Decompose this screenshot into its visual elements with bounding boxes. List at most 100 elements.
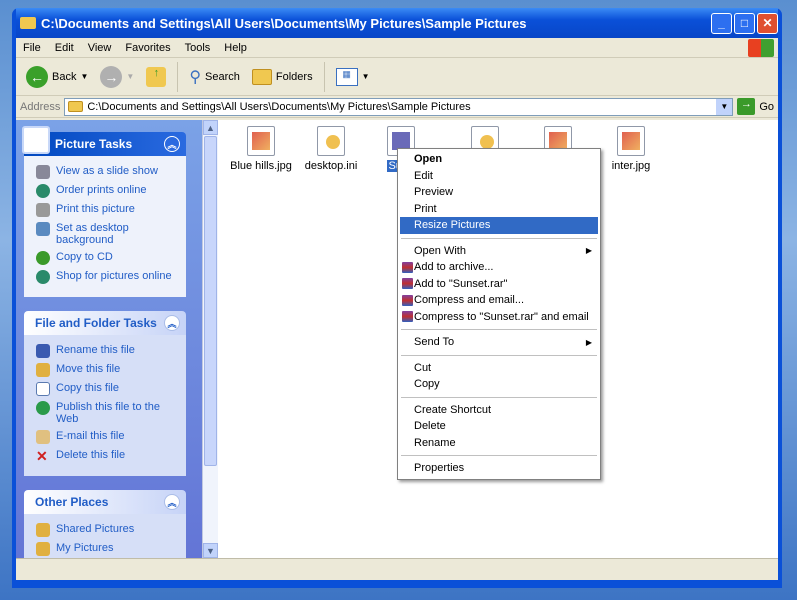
- menu-item-compress-email[interactable]: Compress and email...: [400, 292, 598, 309]
- toolbar-separator: [323, 61, 325, 92]
- folder-icon: [36, 523, 50, 537]
- menu-separator: [401, 329, 597, 330]
- task-email-file[interactable]: E-mail this file: [36, 430, 178, 444]
- task-copy-file[interactable]: Copy this file: [36, 382, 178, 396]
- task-set-desktop-background[interactable]: Set as desktop background: [36, 222, 178, 246]
- menu-item-copy[interactable]: Copy: [400, 376, 598, 393]
- task-rename-file[interactable]: Rename this file: [36, 344, 178, 358]
- menu-edit[interactable]: Edit: [48, 42, 81, 54]
- winrar-icon: [402, 261, 413, 273]
- address-bar: Address C:\Documents and Settings\All Us…: [16, 96, 778, 118]
- folders-button[interactable]: Folders: [248, 67, 317, 87]
- menu-item-preview[interactable]: Preview: [400, 184, 598, 201]
- panel-header[interactable]: Picture Tasks ︽: [22, 126, 186, 156]
- back-dropdown-icon[interactable]: ▼: [80, 72, 88, 81]
- task-shop-pictures[interactable]: Shop for pictures online: [36, 270, 178, 284]
- task-publish-web[interactable]: Publish this file to the Web: [36, 401, 178, 425]
- task-copy-to-cd[interactable]: Copy to CD: [36, 251, 178, 265]
- file-folder-tasks-panel: File and Folder Tasks ︽ Rename this file …: [24, 311, 186, 476]
- settings-file-icon: [317, 126, 345, 156]
- file-item[interactable]: Blue hills.jpg: [226, 126, 296, 172]
- scroll-up-icon[interactable]: ▲: [203, 120, 218, 135]
- place-my-pictures[interactable]: My Pictures: [36, 542, 178, 556]
- menu-item-open[interactable]: Open: [400, 151, 598, 168]
- maximize-button[interactable]: □: [734, 12, 755, 34]
- winrar-icon: [402, 294, 413, 306]
- menu-view[interactable]: View: [81, 42, 119, 54]
- menu-separator: [401, 455, 597, 456]
- context-menu: Open Edit Preview Print Resize Pictures …: [397, 148, 601, 480]
- minimize-button[interactable]: _: [711, 12, 732, 34]
- menu-item-print[interactable]: Print: [400, 201, 598, 218]
- menu-help[interactable]: Help: [217, 42, 254, 54]
- address-input[interactable]: C:\Documents and Settings\All Users\Docu…: [64, 97, 734, 116]
- up-folder-icon: ↑: [146, 66, 167, 87]
- globe-icon: [36, 270, 50, 284]
- search-button[interactable]: ⚲ Search: [185, 65, 244, 89]
- folder-icon: [20, 17, 36, 29]
- folder-icon: [36, 542, 50, 556]
- task-move-file[interactable]: Move this file: [36, 363, 178, 377]
- move-icon: [36, 363, 50, 377]
- task-pane-scrollbar[interactable]: ▲ ▼: [202, 120, 218, 558]
- back-button[interactable]: ← Back ▼: [22, 64, 92, 90]
- task-slide-show[interactable]: View as a slide show: [36, 165, 178, 179]
- menu-separator: [401, 396, 597, 398]
- publish-globe-icon: [36, 401, 50, 415]
- menu-item-add-to-sunset-rar[interactable]: Add to "Sunset.rar": [400, 276, 598, 293]
- close-button[interactable]: ✕: [757, 12, 778, 34]
- menu-tools[interactable]: Tools: [178, 42, 218, 54]
- panel-header[interactable]: File and Folder Tasks ︽: [24, 311, 186, 335]
- go-button[interactable]: Go: [759, 101, 774, 113]
- picture-tasks-icon: [22, 126, 50, 154]
- scroll-down-icon[interactable]: ▼: [203, 543, 218, 558]
- views-dropdown-icon: ▼: [361, 72, 370, 81]
- menu-item-edit[interactable]: Edit: [400, 168, 598, 185]
- submenu-arrow-icon: ▶: [585, 337, 592, 347]
- menu-item-open-with[interactable]: Open With ▶: [400, 243, 598, 260]
- delete-x-icon: ✕: [36, 448, 48, 464]
- panel-header[interactable]: Other Places ︽: [24, 490, 186, 514]
- task-delete-file[interactable]: ✕ Delete this file: [36, 449, 178, 463]
- windows-logo-icon: [748, 39, 774, 57]
- rename-icon: [36, 344, 50, 358]
- menu-separator: [401, 237, 597, 239]
- folder-icon: [68, 101, 84, 112]
- forward-arrow-icon: →: [100, 65, 123, 88]
- address-label: Address: [20, 100, 61, 113]
- forward-dropdown-icon[interactable]: ▼: [126, 72, 134, 81]
- collapse-icon[interactable]: ︽: [164, 136, 180, 152]
- place-shared-pictures[interactable]: Shared Pictures: [36, 523, 178, 537]
- menu-file[interactable]: File: [16, 42, 48, 54]
- winrar-icon: [402, 311, 413, 323]
- go-arrow-icon[interactable]: →: [737, 98, 756, 115]
- menu-item-compress-to-rar-email[interactable]: Compress to "Sunset.rar" and email: [400, 309, 598, 326]
- folders-icon: [251, 68, 272, 85]
- desktop-icon: [36, 222, 50, 236]
- menu-item-delete[interactable]: Delete: [400, 418, 598, 435]
- task-pane: Picture Tasks ︽ View as a slide show Orde…: [16, 120, 202, 569]
- menu-favorites[interactable]: Favorites: [118, 42, 177, 54]
- task-print-picture[interactable]: Print this picture: [36, 203, 178, 217]
- title-bar[interactable]: C:\Documents and Settings\All Users\Docu…: [16, 8, 778, 38]
- file-item[interactable]: inter.jpg: [596, 126, 666, 172]
- forward-button[interactable]: → ▼: [96, 64, 138, 90]
- menu-separator: [401, 354, 597, 356]
- menu-item-properties[interactable]: Properties: [400, 460, 598, 477]
- scroll-thumb[interactable]: [204, 136, 217, 466]
- image-file-icon: [247, 126, 275, 156]
- menu-item-rename[interactable]: Rename: [400, 435, 598, 452]
- collapse-icon[interactable]: ︽: [164, 315, 180, 331]
- menu-item-cut[interactable]: Cut: [400, 360, 598, 377]
- menu-item-resize-pictures[interactable]: Resize Pictures: [400, 217, 598, 234]
- collapse-icon[interactable]: ︽: [164, 494, 180, 510]
- menu-item-send-to[interactable]: Send To ▶: [400, 334, 598, 351]
- menu-item-create-shortcut[interactable]: Create Shortcut: [400, 402, 598, 419]
- file-item[interactable]: desktop.ini: [296, 126, 366, 172]
- up-folder-button[interactable]: ↑: [142, 65, 170, 89]
- views-button[interactable]: ▦ ▼: [332, 66, 374, 88]
- address-dropdown-icon[interactable]: ▼: [716, 98, 733, 115]
- menu-item-add-to-archive[interactable]: Add to archive...: [400, 259, 598, 276]
- image-file-icon: [617, 126, 645, 156]
- task-order-prints[interactable]: Order prints online: [36, 184, 178, 198]
